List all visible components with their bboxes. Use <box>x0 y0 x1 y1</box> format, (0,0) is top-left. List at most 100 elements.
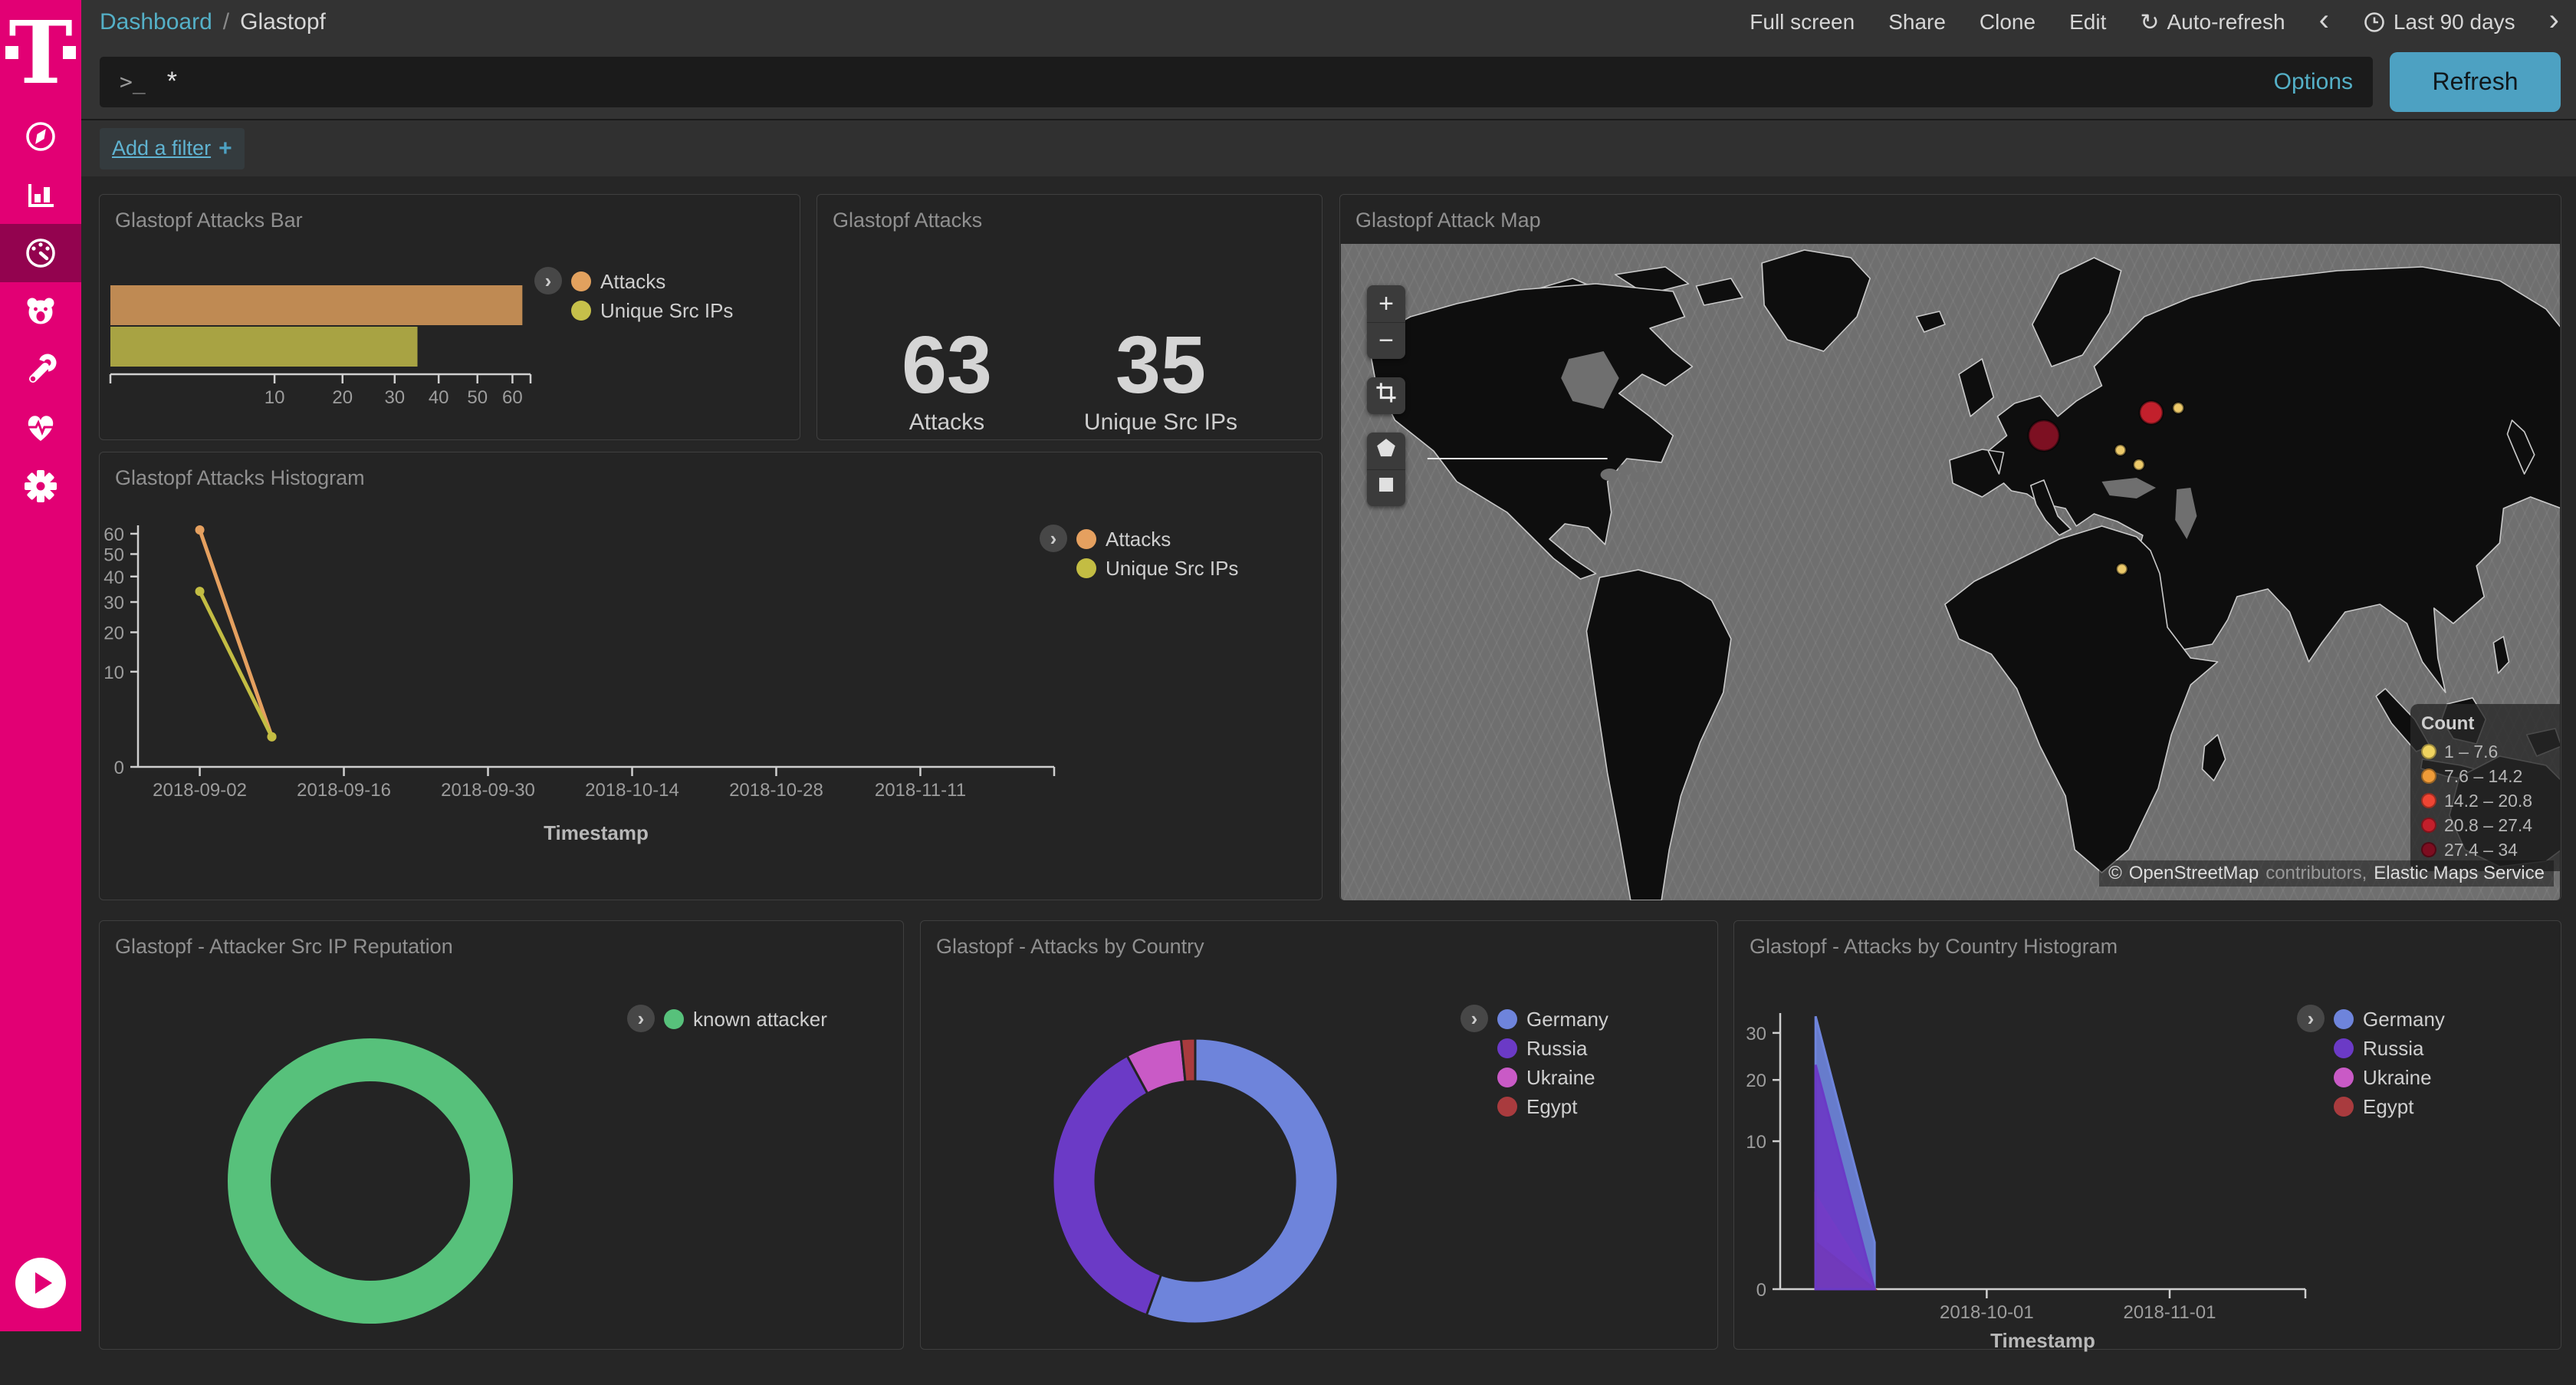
sidebar-expand-button[interactable] <box>15 1258 66 1308</box>
legend-item[interactable]: Unique Src IPs <box>571 296 733 325</box>
svg-text:50: 50 <box>467 387 488 408</box>
legend-label: Egypt <box>1526 1095 1578 1119</box>
svg-text:2018-09-16: 2018-09-16 <box>297 780 391 801</box>
sidebar-item-monitoring[interactable] <box>0 399 81 457</box>
legend-label: Attacks <box>600 270 665 294</box>
auto-refresh-button[interactable]: ↻ Auto-refresh <box>2140 9 2285 36</box>
map-legend-swatch <box>2421 768 2436 784</box>
rectangle-icon <box>1374 472 1398 497</box>
legend-item[interactable]: Unique Src IPs <box>1076 554 1238 583</box>
telekom-logo[interactable]: T <box>0 0 81 107</box>
panel-src-ip-reputation: Glastopf - Attacker Src IP Reputation ›k… <box>99 920 904 1350</box>
svg-text:2018-11-11: 2018-11-11 <box>875 780 966 801</box>
sidebar-item-management[interactable] <box>0 457 81 515</box>
clone-button[interactable]: Clone <box>1980 10 2036 35</box>
metric-attacks: 63 Attacks <box>902 323 992 436</box>
svg-text:30: 30 <box>104 593 124 614</box>
elastic-maps-service-link[interactable]: Elastic Maps Service <box>2374 863 2545 884</box>
breadcrumb-dashboard-link[interactable]: Dashboard <box>100 9 212 35</box>
legend-item[interactable]: known attacker <box>664 1005 827 1034</box>
attack-map[interactable]: + − <box>1341 244 2560 900</box>
legend-toggle-icon[interactable]: › <box>1460 1005 1488 1032</box>
legend-toggle-icon[interactable]: › <box>1040 525 1067 552</box>
logo-dot-left <box>5 46 18 59</box>
breadcrumb-bar: Dashboard / Glastopf Full screen Share C… <box>81 0 2576 44</box>
gauge-icon <box>23 235 58 271</box>
map-legend-item: 7.6 – 14.2 <box>2421 764 2558 788</box>
sidebar-item-dev-tools[interactable] <box>0 340 81 399</box>
legend-label: Russia <box>2363 1037 2423 1061</box>
svg-text:0: 0 <box>1756 1280 1766 1301</box>
legend-toggle-icon[interactable]: › <box>2297 1005 2325 1032</box>
map-legend-swatch <box>2421 818 2436 833</box>
query-input-container[interactable]: >_ Options <box>100 57 2373 107</box>
map-fit-bounds-button[interactable] <box>1367 377 1405 414</box>
edit-button[interactable]: Edit <box>2069 10 2106 35</box>
svg-text:2018-10-14: 2018-10-14 <box>585 780 679 801</box>
refresh-button[interactable]: Refresh <box>2390 52 2561 112</box>
chart-legend: › known attacker <box>627 1005 827 1034</box>
wrench-icon <box>23 352 58 387</box>
sidebar-item-timelion[interactable] <box>0 282 81 340</box>
svg-text:2018-09-02: 2018-09-02 <box>153 780 247 801</box>
sidebar-item-visualize[interactable] <box>0 166 81 224</box>
options-link[interactable]: Options <box>2274 69 2353 95</box>
panel-title[interactable]: Glastopf Attack Map <box>1340 195 2561 232</box>
legend-item[interactable]: Attacks <box>1076 525 1238 554</box>
legend-swatch <box>1497 1009 1517 1029</box>
openstreetmap-link[interactable]: OpenStreetMap <box>2129 863 2259 884</box>
query-prompt-icon: >_ <box>120 69 146 94</box>
plus-icon: + <box>219 136 232 162</box>
src-ip-reputation-chart[interactable] <box>100 921 903 1349</box>
legend-item[interactable]: Russia <box>1497 1034 1608 1063</box>
legend-toggle-icon[interactable]: › <box>627 1005 655 1032</box>
legend-item[interactable]: Germany <box>1497 1005 1608 1034</box>
legend-item[interactable]: Ukraine <box>2334 1063 2445 1092</box>
search-input[interactable] <box>166 66 2274 97</box>
svg-text:0: 0 <box>114 758 124 778</box>
time-forward-button[interactable]: › <box>2549 5 2559 40</box>
map-draw-polygon-button[interactable] <box>1367 433 1405 469</box>
attacks-histogram-chart[interactable]: 01020304050602018-09-022018-09-162018-09… <box>100 452 1322 900</box>
legend-item[interactable]: Ukraine <box>1497 1063 1608 1092</box>
legend-toggle-icon[interactable]: › <box>534 267 562 294</box>
legend-item[interactable]: Egypt <box>1497 1092 1608 1121</box>
chart-legend: › AttacksUnique Src IPs <box>1040 525 1238 583</box>
panel-title[interactable]: Glastopf Attacks <box>817 195 1322 232</box>
svg-text:Timestamp: Timestamp <box>1990 1329 2095 1352</box>
top-header: Dashboard / Glastopf Full screen Share C… <box>81 0 2576 176</box>
svg-text:2018-10-28: 2018-10-28 <box>729 780 823 801</box>
legend-item[interactable]: Russia <box>2334 1034 2445 1063</box>
add-filter-button[interactable]: Add a filter + <box>100 128 245 169</box>
attacks-by-country-histogram-chart[interactable]: 01020302018-10-012018-11-01Timestamp <box>1734 921 2561 1349</box>
sidebar-item-dashboard[interactable] <box>0 224 81 282</box>
sidebar-item-discover[interactable] <box>0 107 81 166</box>
legend-swatch <box>1497 1068 1517 1087</box>
full-screen-button[interactable]: Full screen <box>1750 10 1855 35</box>
time-back-button[interactable]: ‹ <box>2319 5 2329 40</box>
legend-swatch <box>2334 1097 2354 1117</box>
time-picker-button[interactable]: Last 90 days <box>2363 10 2515 35</box>
legend-swatch <box>1076 558 1096 578</box>
svg-text:10: 10 <box>104 663 124 683</box>
legend-item[interactable]: Attacks <box>571 267 733 296</box>
map-draw-rectangle-button[interactable] <box>1367 469 1405 506</box>
legend-label: Unique Src IPs <box>600 299 733 323</box>
attacks-by-country-chart[interactable] <box>921 921 1717 1349</box>
legend-swatch <box>1076 529 1096 549</box>
breadcrumb-separator: / <box>223 9 229 35</box>
panel-attacks-bar: Glastopf Attacks Bar 102030405060 ›Attac… <box>99 194 800 440</box>
svg-text:40: 40 <box>104 567 124 588</box>
map-legend-range: 20.8 – 27.4 <box>2444 815 2532 836</box>
map-zoom-in-button[interactable]: + <box>1367 285 1405 322</box>
compass-icon <box>23 119 58 154</box>
map-zoom-out-button[interactable]: − <box>1367 322 1405 359</box>
filter-bar: Add a filter + <box>81 120 2576 176</box>
svg-text:30: 30 <box>384 387 405 408</box>
share-button[interactable]: Share <box>1888 10 1946 35</box>
map-legend-swatch <box>2421 842 2436 857</box>
svg-text:20: 20 <box>104 623 124 643</box>
legend-item[interactable]: Egypt <box>2334 1092 2445 1121</box>
legend-item[interactable]: Germany <box>2334 1005 2445 1034</box>
legend-swatch <box>571 271 591 291</box>
